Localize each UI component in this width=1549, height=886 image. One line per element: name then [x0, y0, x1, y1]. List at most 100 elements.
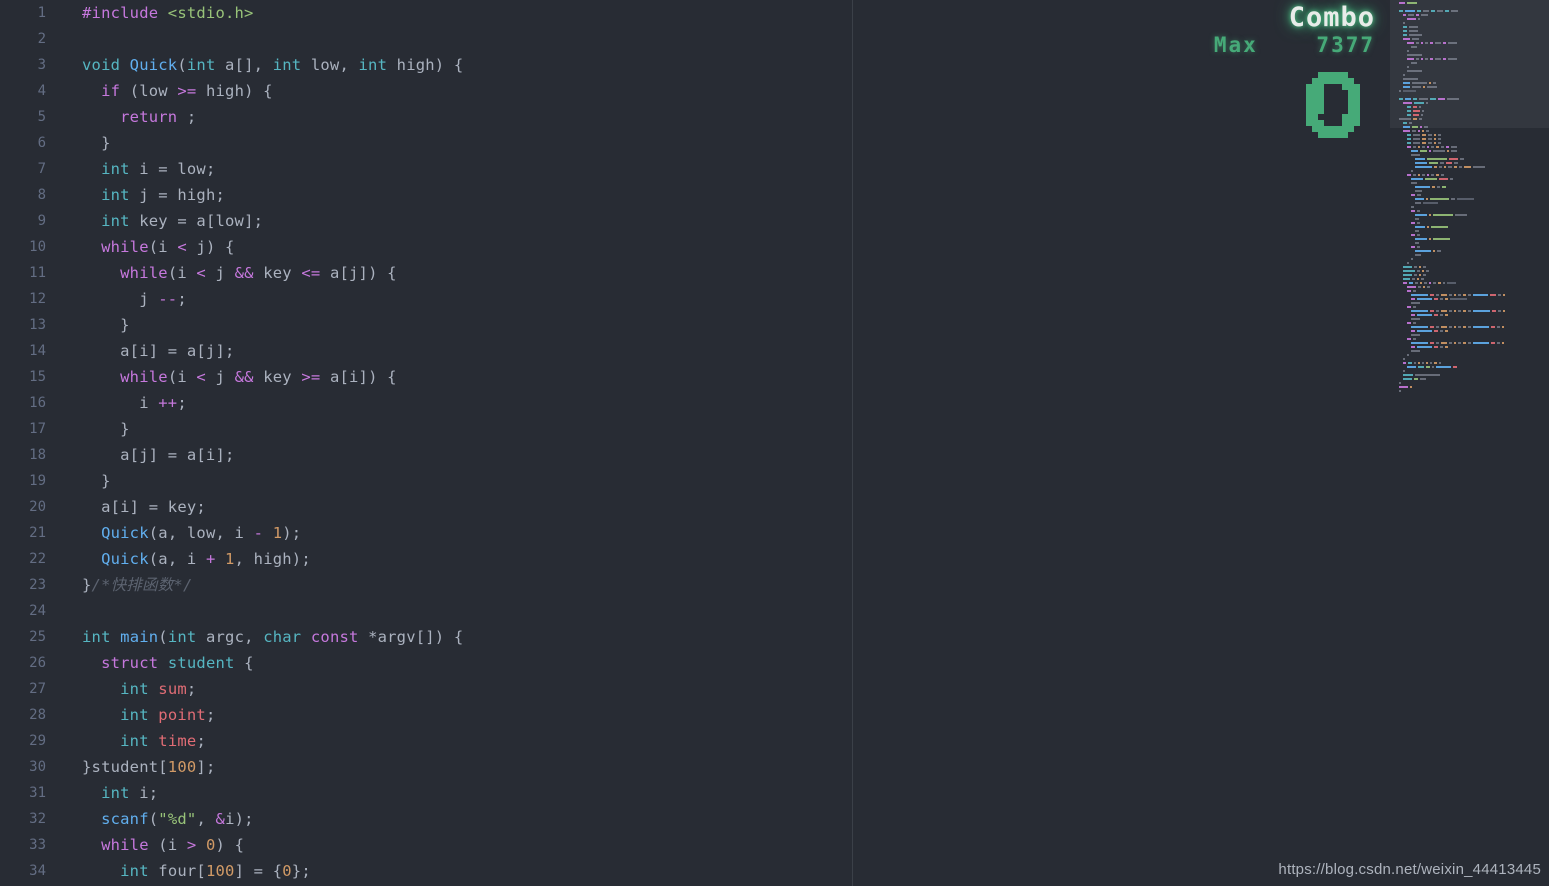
code-line[interactable]: 4 if (low >= high) {	[0, 78, 1390, 104]
code-line[interactable]: 5 return ;	[0, 104, 1390, 130]
minimap-token	[1450, 298, 1467, 300]
token-type: int	[167, 628, 197, 646]
minimap-token	[1422, 270, 1424, 272]
code-line[interactable]: 17 }	[0, 416, 1390, 442]
minimap-token	[1436, 146, 1439, 148]
code-line[interactable]: 2	[0, 26, 1390, 52]
minimap-token	[1440, 314, 1443, 316]
token-def	[82, 82, 101, 100]
token-op: &&	[234, 264, 254, 282]
code-line[interactable]: 32 scanf("%d", &i);	[0, 806, 1390, 832]
code-line[interactable]: 13 }	[0, 312, 1390, 338]
code-editor-window: 1 #include <stdio.h> 2 3 void Quick(int a[],…	[0, 0, 1549, 886]
minimap-line	[1403, 370, 1407, 372]
code-line[interactable]: 19 }	[0, 468, 1390, 494]
code-line[interactable]: 34 int four[100] = {0};	[0, 858, 1390, 884]
minimap-line	[1411, 314, 1450, 316]
minimap-token	[1498, 294, 1501, 296]
minimap-token	[1407, 66, 1409, 68]
minimap-token	[1411, 314, 1415, 316]
minimap-token	[1445, 298, 1448, 300]
code-line[interactable]: 25 int main(int argc, char const *argv[])…	[0, 624, 1390, 650]
code-line[interactable]: 10 while(i < j) {	[0, 234, 1390, 260]
code-line[interactable]: 26 struct student {	[0, 650, 1390, 676]
minimap-token	[1497, 342, 1500, 344]
minimap-token	[1437, 186, 1440, 188]
minimap-token	[1454, 342, 1456, 344]
minimap-token	[1490, 294, 1496, 296]
code-line[interactable]: 3 void Quick(int a[], int low, int high) …	[0, 52, 1390, 78]
code-line[interactable]: 1 #include <stdio.h>	[0, 0, 1390, 26]
code-line[interactable]: 15 while(i < j && key >= a[i]) {	[0, 364, 1390, 390]
minimap-token	[1422, 174, 1425, 176]
code-line[interactable]: 21 Quick(a, low, i - 1);	[0, 520, 1390, 546]
minimap-token	[1417, 278, 1419, 280]
minimap-token	[1425, 42, 1428, 44]
code-line[interactable]: 30}student[100];	[0, 754, 1390, 780]
code-line[interactable]: 12 j --;	[0, 286, 1390, 312]
minimap-token	[1427, 86, 1437, 88]
minimap-token	[1458, 326, 1461, 328]
minimap-line	[1411, 182, 1419, 184]
token-def: a[],	[215, 56, 273, 74]
minimap-token	[1413, 306, 1416, 308]
minimap-token	[1411, 206, 1414, 208]
token-def: (i	[167, 368, 197, 386]
token-cmt: /*快排函数*/	[91, 576, 193, 594]
code-line[interactable]: 7 int i = low;	[0, 156, 1390, 182]
token-def: );	[282, 524, 302, 542]
code-line[interactable]: 18 a[j] = a[i];	[0, 442, 1390, 468]
editor-pane[interactable]: 1 #include <stdio.h> 2 3 void Quick(int a[],…	[0, 0, 1549, 886]
minimap-token	[1407, 58, 1414, 60]
code-line[interactable]: 14 a[i] = a[j];	[0, 338, 1390, 364]
code-line[interactable]: 11 while(i < j && key <= a[j]) {	[0, 260, 1390, 286]
minimap-line	[1407, 70, 1424, 72]
code-line[interactable]: 29 int time;	[0, 728, 1390, 754]
minimap-token	[1407, 54, 1422, 56]
minimap-line	[1407, 338, 1418, 340]
line-number: 10	[29, 239, 46, 255]
code-line[interactable]: 24	[0, 598, 1390, 624]
minimap-token	[1403, 86, 1410, 88]
token-pre: #include	[82, 4, 168, 22]
code-line[interactable]: 28 int point;	[0, 702, 1390, 728]
minimap-token	[1441, 326, 1447, 328]
token-def: ;	[177, 108, 197, 126]
minimap-token	[1468, 310, 1471, 312]
minimap-token	[1415, 186, 1430, 188]
minimap-token	[1403, 278, 1410, 280]
code-line[interactable]: 16 i ++;	[0, 390, 1390, 416]
code-line[interactable]: 9 int key = a[low];	[0, 208, 1390, 234]
code-line[interactable]: 8 int j = high;	[0, 182, 1390, 208]
line-text: }	[82, 312, 130, 338]
code-line[interactable]: 33 while (i > 0) {	[0, 832, 1390, 858]
code-line[interactable]: 27 int sum;	[0, 676, 1390, 702]
minimap-line	[1411, 302, 1422, 304]
minimap-token	[1405, 10, 1415, 12]
minimap-line	[1411, 234, 1422, 236]
code-line[interactable]: 20 a[i] = key;	[0, 494, 1390, 520]
minimap-line	[1403, 82, 1438, 84]
minimap-token	[1411, 302, 1420, 304]
code-minimap[interactable]	[1390, 0, 1549, 886]
minimap-line	[1403, 270, 1431, 272]
code-line[interactable]: 22 Quick(a, i + 1, high);	[0, 546, 1390, 572]
token-def: ;	[186, 680, 197, 698]
minimap-token	[1423, 10, 1429, 12]
minimap-line	[1415, 198, 1476, 200]
token-num: 100	[205, 862, 235, 880]
minimap-line	[1411, 194, 1423, 196]
token-def	[82, 550, 101, 568]
code-line[interactable]: 23}/*快排函数*/	[0, 572, 1390, 598]
minimap-token	[1433, 238, 1450, 240]
line-number: 20	[29, 499, 46, 515]
token-def	[196, 836, 206, 854]
code-content[interactable]: 1 #include <stdio.h> 2 3 void Quick(int a[],…	[0, 0, 1390, 886]
minimap-token	[1445, 346, 1448, 348]
token-def: j	[82, 290, 159, 308]
code-line[interactable]: 6 }	[0, 130, 1390, 156]
minimap-token	[1408, 14, 1414, 16]
minimap-token	[1463, 310, 1466, 312]
minimap-line	[1411, 150, 1459, 152]
code-line[interactable]: 31 int i;	[0, 780, 1390, 806]
